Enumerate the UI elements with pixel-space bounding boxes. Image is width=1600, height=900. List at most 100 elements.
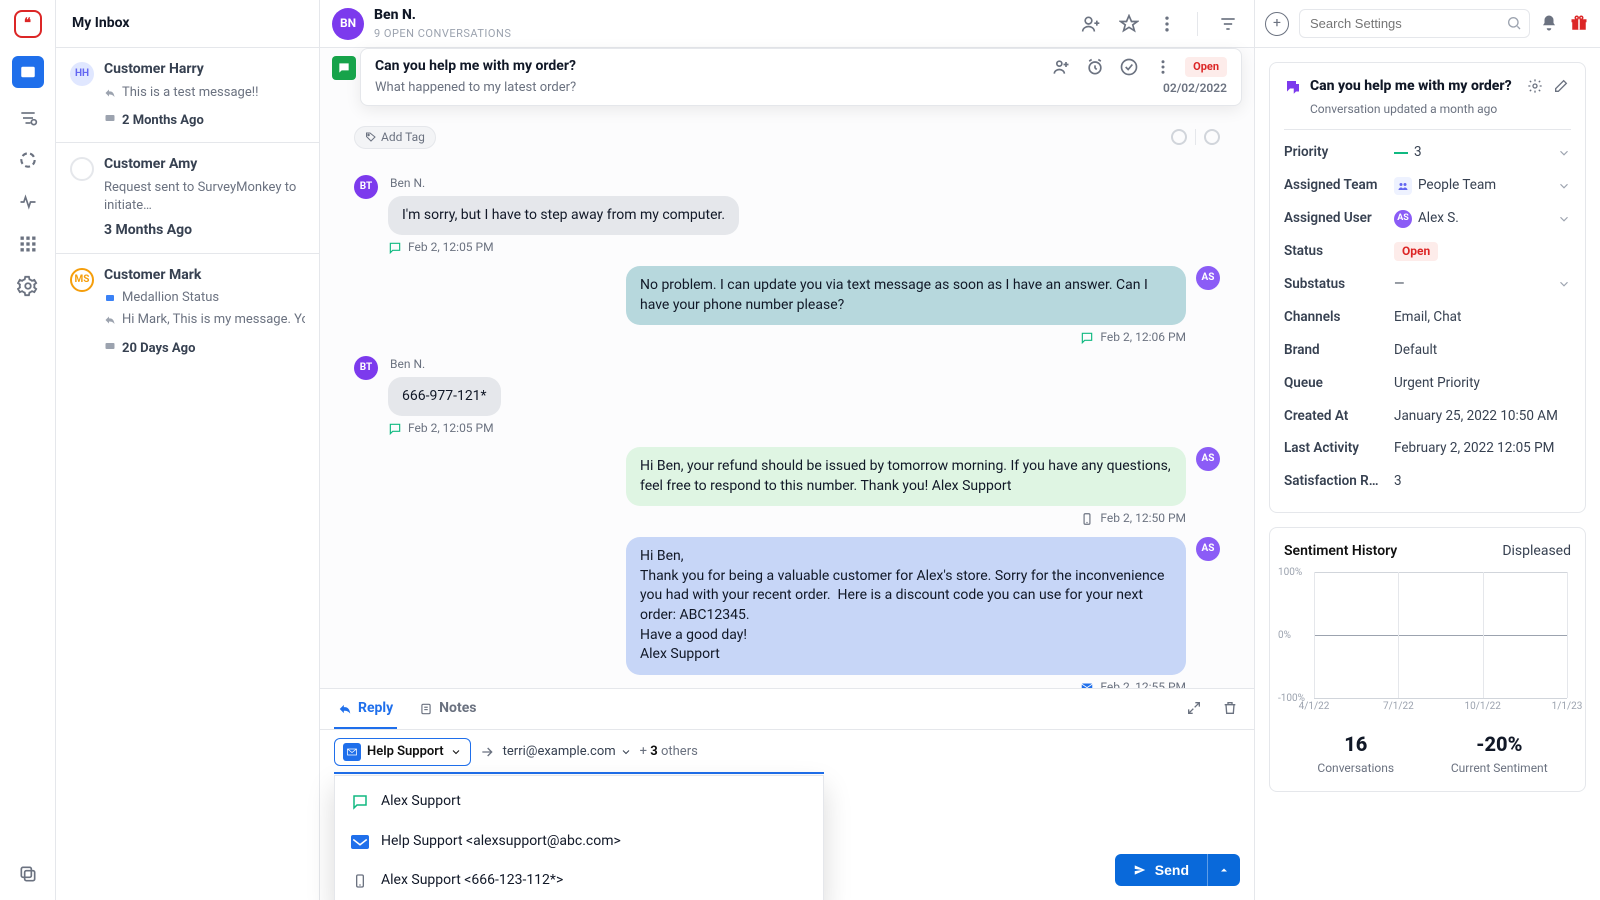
message-meta: Feb 2, 12:55 PM [626,679,1186,689]
kv-row: Created AtJanuary 25, 2022 10:50 AM [1284,400,1571,433]
kv-row: BrandDefault [1284,334,1571,367]
expand-icon[interactable] [1186,700,1204,718]
from-selector[interactable]: Help Support [334,738,471,766]
kv-row[interactable]: Assigned TeamPeople Team [1284,169,1571,202]
bell-icon[interactable] [1540,14,1560,34]
from-option[interactable]: Alex Support [335,782,823,822]
from-dropdown-menu: Alex Support Help Support <alexsupport@a… [334,775,824,900]
nav-rail: ❝ [0,0,56,900]
filter-icon[interactable] [1214,10,1242,38]
ring-nav-icon[interactable] [16,148,40,172]
send-dropdown-button[interactable] [1207,854,1240,886]
mail-icon [351,833,369,851]
gift-icon[interactable] [1570,14,1590,34]
search-input[interactable] [1299,9,1530,38]
message-meta: Feb 2, 12:05 PM [388,420,501,437]
message-avatar: AS [1196,447,1220,471]
arrow-right-icon [479,744,495,760]
message-bubble: Hi Ben, Thank you for being a valuable c… [626,537,1186,675]
gear-nav-icon[interactable] [16,274,40,298]
search-icon [1506,15,1522,31]
snooze-icon[interactable] [1085,57,1105,77]
resolve-icon[interactable] [1119,57,1139,77]
mail-icon [104,112,116,124]
user-avatar: AS [1394,210,1412,228]
team-icon [1394,177,1412,195]
chat-icon [1284,78,1302,96]
chevron-down-icon [1557,277,1571,291]
message-meta: Feb 2, 12:06 PM [626,329,1186,346]
note-indicator-icon[interactable] [332,56,356,80]
message-avatar: AS [1196,537,1220,561]
marker-dot[interactable] [1171,129,1187,145]
inbox-nav-icon[interactable] [12,56,44,88]
mail-icon [104,340,116,352]
marker-dot[interactable] [1204,129,1220,145]
message: Hi Ben, your refund should be issued by … [354,447,1220,527]
inbox-item-name: Customer Harry [104,60,305,80]
sentiment-title: Sentiment History [1284,542,1397,562]
conversation-panel: BN Ben N. 9 OPEN CONVERSATIONS Can you h… [320,0,1255,900]
from-option[interactable]: Alex Support <666-123-112*> [335,861,823,900]
more-icon[interactable] [1153,57,1173,77]
notes-tab[interactable]: Notes [415,689,480,729]
inbox-title: My Inbox [56,0,319,48]
copy-nav-icon[interactable] [16,862,40,886]
add-tag-button[interactable]: Add Tag [354,126,436,149]
add-participant-icon[interactable] [1051,57,1071,77]
badge-icon [104,292,116,304]
chevron-down-icon [1557,212,1571,226]
message-list: BTBen N.I'm sorry, but I have to step aw… [320,155,1254,688]
apps-nav-icon[interactable] [16,232,40,256]
side-header: + [1255,0,1600,48]
settings-search [1299,9,1530,38]
phone-icon [351,872,369,890]
brand-logo[interactable]: ❝ [14,10,42,38]
inbox-item[interactable]: MS Customer Mark Medallion Status Hi Mar… [56,254,319,370]
more-icon[interactable] [1153,10,1181,38]
star-icon[interactable] [1115,10,1143,38]
message-sender: Ben N. [390,175,739,192]
message-meta: Feb 2, 12:50 PM [626,510,1186,527]
reply-icon [104,87,116,99]
chevron-down-icon [620,746,632,758]
trash-icon[interactable] [1222,700,1240,718]
details-title: Can you help me with my order? [1310,77,1519,97]
assign-user-icon[interactable] [1077,10,1105,38]
to-recipient[interactable]: terri@example.com [503,743,632,761]
send-button[interactable]: Send [1115,854,1207,886]
inbox-item[interactable]: Customer Amy Request sent to SurveyMonke… [56,143,319,254]
filter-nav-icon[interactable] [16,106,40,130]
message-meta: Feb 2, 12:05 PM [388,239,739,256]
more-recipients[interactable]: + 3 others [640,743,698,761]
message-sender: Ben N. [390,356,501,373]
inbox-item[interactable]: HH Customer Harry This is a test message… [56,48,319,143]
avatar: MS [70,268,94,292]
activity-nav-icon[interactable] [16,190,40,214]
subject-card: Can you help me with my order? Open What… [360,48,1242,106]
message-avatar: AS [1196,266,1220,290]
customer-avatar: BN [332,8,364,40]
message: BTBen N.666-977-121*Feb 2, 12:05 PM [354,356,1220,437]
details-panel: + Can you help me with my order? Convers… [1255,0,1600,900]
kv-row[interactable]: Substatus— [1284,268,1571,301]
sentiment-summary: Displeased [1502,542,1571,562]
kv-row[interactable]: Priority3 [1284,136,1571,169]
avatar: HH [70,62,94,86]
kv-row: QueueUrgent Priority [1284,367,1571,400]
message-bubble: No problem. I can update you via text me… [626,266,1186,325]
kv-row[interactable]: Assigned UserASAlex S. [1284,202,1571,235]
subject-subtitle: What happened to my latest order? [375,79,576,97]
message-avatar: BT [354,356,378,380]
gear-icon[interactable] [1527,78,1545,96]
sentiment-card: Sentiment History Displeased 100%0%-100%… [1269,527,1586,791]
edit-icon[interactable] [1553,78,1571,96]
from-option[interactable]: Help Support <alexsupport@abc.com> [335,822,823,862]
reply-tab[interactable]: Reply [334,689,397,729]
chevron-down-icon [1557,146,1571,160]
inbox-panel: My Inbox HH Customer Harry This is a tes… [56,0,320,900]
avatar [70,157,94,181]
add-widget-button[interactable]: + [1265,12,1289,36]
kv-row: ChannelsEmail, Chat [1284,301,1571,334]
message: No problem. I can update you via text me… [354,266,1220,346]
